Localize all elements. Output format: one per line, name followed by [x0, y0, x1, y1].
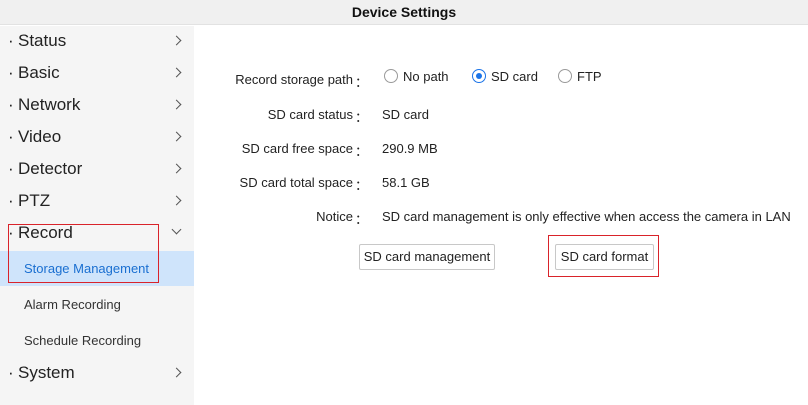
sidebar-item-status[interactable]: · Status [0, 26, 194, 58]
free-space-label: SD card free space [241, 141, 353, 156]
sidebar-subitem-alarm-recording[interactable]: Alarm Recording [0, 287, 194, 322]
notice-text: SD card management is only effective whe… [382, 209, 791, 224]
notice-colon: ： [355, 212, 369, 227]
sd-status-value: SD card [382, 107, 429, 122]
window-title: Device Settings [0, 0, 808, 25]
bullet-dot: · [8, 127, 14, 146]
radio-label-sd-card[interactable]: SD card [491, 69, 538, 84]
free-space-value: 290.9 MB [382, 141, 438, 156]
sidebar-item-label: Network [18, 95, 81, 114]
chevron-right-icon [171, 163, 182, 174]
sidebar-item-label: System [18, 363, 75, 382]
sidebar-subitem-label: Storage Management [24, 261, 150, 276]
sidebar-item-label: Status [18, 31, 67, 50]
radio-no-path[interactable] [384, 69, 398, 83]
sidebar-subitem-label: Schedule Recording [24, 333, 142, 348]
sidebar-subitem-schedule-recording[interactable]: Schedule Recording [0, 323, 194, 358]
chevron-down-icon [171, 224, 182, 235]
radio-label-no-path[interactable]: No path [403, 69, 449, 84]
sidebar-item-label: Record [18, 223, 73, 242]
sidebar-item-label: PTZ [18, 191, 51, 210]
bullet-dot: · [8, 159, 14, 178]
bullet-dot: · [8, 363, 14, 382]
sd-card-format-button[interactable]: SD card format [555, 244, 654, 270]
storage-path-colon: ： [355, 75, 369, 90]
sidebar-subitem-label: Alarm Recording [24, 297, 121, 312]
radio-ftp[interactable] [558, 69, 572, 83]
sd-card-management-button[interactable]: SD card management [359, 244, 495, 270]
total-space-colon: ： [355, 178, 369, 193]
sidebar-item-label: Video [18, 127, 62, 146]
bullet-dot: · [8, 223, 14, 242]
chevron-right-icon [171, 367, 182, 378]
radio-label-ftp[interactable]: FTP [577, 69, 602, 84]
chevron-right-icon [171, 131, 182, 142]
chevron-right-icon [171, 35, 182, 46]
total-space-value: 58.1 GB [382, 175, 430, 190]
bullet-dot: · [8, 31, 14, 50]
sd-status-label: SD card status [267, 107, 353, 122]
bullet-dot: · [8, 63, 14, 82]
sidebar-subitem-storage-management[interactable]: Storage Management [0, 251, 194, 286]
sidebar-item-label: Basic [18, 63, 60, 82]
free-space-colon: ： [355, 144, 369, 159]
bullet-dot: · [8, 95, 14, 114]
sd-status-colon: ： [355, 110, 369, 125]
sidebar-item-system[interactable]: · System [0, 358, 194, 390]
notice-label: Notice [316, 209, 353, 224]
radio-sd-card[interactable] [472, 69, 486, 83]
sidebar-item-label: Detector [18, 159, 83, 178]
total-space-label: SD card total space [239, 175, 353, 190]
storage-path-label: Record storage path [235, 72, 353, 87]
chevron-right-icon [171, 195, 182, 206]
bullet-dot: · [8, 191, 14, 210]
